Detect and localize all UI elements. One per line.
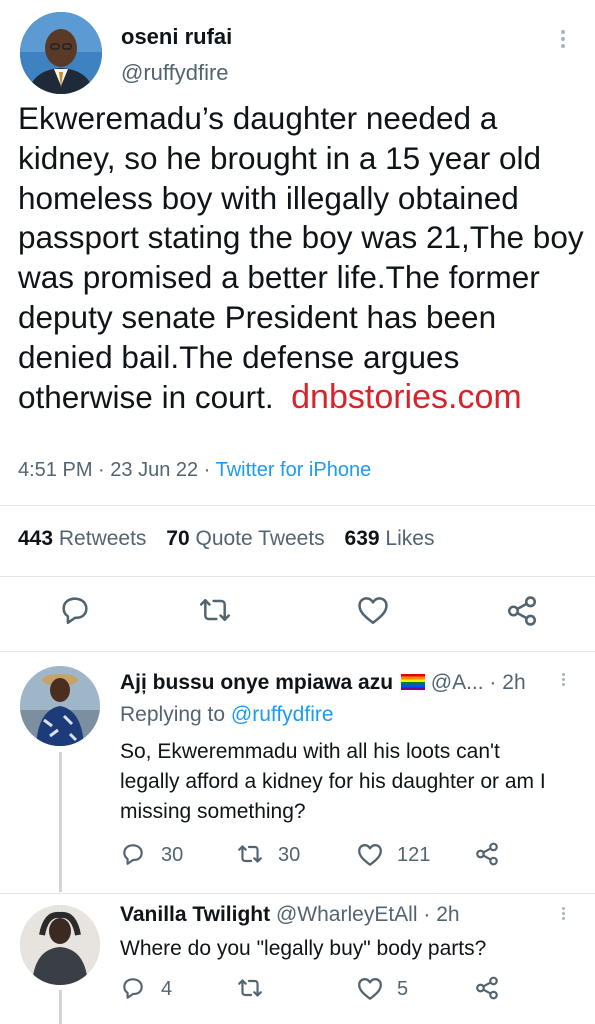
more-icon[interactable]: [561, 27, 565, 51]
tweet-source[interactable]: Twitter for iPhone: [216, 459, 372, 481]
like-icon[interactable]: [356, 842, 384, 867]
author-avatar[interactable]: [20, 12, 102, 94]
replying-to-label: Replying to: [120, 703, 226, 726]
meta-separator: ·: [98, 459, 105, 481]
tweet-meta: 4:51 PM · 23 Jun 22 · Twitter for iPhone: [18, 459, 371, 482]
retweets-label: Retweets: [58, 527, 147, 550]
retweet-count: 30: [278, 844, 301, 866]
thread-line: [59, 990, 62, 1024]
reply-icon[interactable]: [58, 593, 92, 627]
share-icon[interactable]: [505, 594, 539, 628]
meta-separator: ·: [489, 671, 497, 694]
author-name[interactable]: oseni rufai: [121, 24, 232, 50]
like-count: 121: [397, 844, 431, 866]
more-icon[interactable]: [562, 671, 565, 688]
likes-stat[interactable]: 639 Likes: [345, 527, 435, 550]
divider: [0, 505, 595, 506]
tweet-body: Ekweremadu’s daughter needed a kidney, s…: [18, 100, 584, 415]
like-count: 5: [397, 978, 409, 1000]
reply-author-handle[interactable]: @A...: [431, 671, 484, 694]
retweets-count: 443: [18, 527, 54, 550]
quotes-label: Quote Tweets: [195, 527, 325, 550]
reply-author-name[interactable]: Vanilla Twilight: [120, 903, 270, 926]
reply-icon[interactable]: [120, 975, 146, 1001]
retweets-stat[interactable]: 443 Retweets: [18, 527, 152, 550]
reply-icon[interactable]: [120, 841, 146, 867]
reply-header: Aji̦ bussu onye mpiawa azu @A... · 2h: [120, 671, 526, 695]
reply-avatar[interactable]: [20, 666, 100, 746]
more-icon[interactable]: [562, 905, 565, 922]
divider: [0, 893, 595, 894]
rainbow-flag-icon: [400, 674, 425, 690]
share-icon[interactable]: [474, 841, 500, 867]
engagement-stats: 443 Retweets 70 Quote Tweets 639 Likes: [18, 527, 434, 551]
reply-text: So, Ekweremmadu with all his loots can't…: [120, 740, 546, 823]
reply-time[interactable]: 2h: [502, 671, 525, 694]
tweet-time[interactable]: 4:51 PM: [18, 459, 92, 481]
tweet-text: Ekweremadu’s daughter needed a kidney, s…: [18, 99, 588, 417]
retweet-icon[interactable]: [236, 975, 264, 1001]
divider: [0, 576, 595, 577]
thread-line: [59, 752, 62, 892]
reply-text: Where do you "legally buy" body parts?: [120, 937, 487, 960]
quotes-stat[interactable]: 70 Quote Tweets: [166, 527, 330, 550]
retweet-icon[interactable]: [197, 593, 233, 627]
tweet-date[interactable]: 23 Jun 22: [110, 459, 198, 481]
watermark: dnbstories.com: [291, 377, 522, 416]
divider: [0, 651, 595, 652]
author-handle[interactable]: @ruffydfire: [121, 60, 229, 86]
retweet-icon[interactable]: [236, 841, 264, 867]
reply-author-name[interactable]: Aji̦ bussu onye mpiawa azu: [120, 671, 393, 694]
meta-separator: ·: [203, 459, 211, 481]
reply-avatar[interactable]: [20, 905, 100, 985]
replying-to-handle[interactable]: @ruffydfire: [231, 703, 334, 726]
replying-to: Replying to @ruffydfire: [120, 703, 334, 727]
reply-count: 30: [161, 844, 184, 866]
reply-time[interactable]: 2h: [436, 903, 459, 926]
likes-count: 639: [344, 527, 380, 550]
like-icon[interactable]: [356, 976, 384, 1001]
likes-label: Likes: [385, 527, 435, 550]
quotes-count: 70: [166, 527, 190, 550]
reply-count: 4: [161, 978, 173, 1000]
like-icon[interactable]: [356, 594, 390, 626]
reply-author-handle[interactable]: @WharleyEtAll: [276, 903, 418, 926]
meta-separator: ·: [423, 903, 431, 926]
reply-header: Vanilla Twilight @WharleyEtAll · 2h: [120, 903, 460, 927]
share-icon[interactable]: [474, 975, 500, 1001]
